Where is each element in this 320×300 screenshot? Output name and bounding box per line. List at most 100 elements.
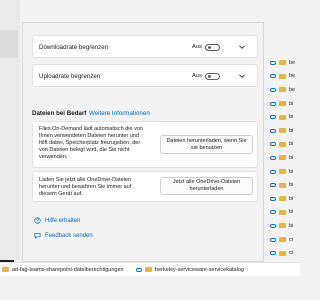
settings-nav-selected-item[interactable] bbox=[0, 30, 18, 58]
background-list-item-name: bi bbox=[289, 100, 294, 107]
cloud-icon bbox=[136, 267, 142, 272]
download-all-card: Laden Sie jetzt alle OneDrive-Dateien he… bbox=[32, 171, 258, 202]
cloud-icon bbox=[270, 142, 276, 147]
background-list-item[interactable]: bi bbox=[262, 110, 300, 124]
files-on-demand-title: Dateien bei Bedarf bbox=[32, 110, 87, 117]
download-all-description: Laden Sie jetzt alle OneDrive-Dateien he… bbox=[39, 177, 132, 197]
cloud-icon bbox=[270, 183, 276, 188]
download-all-button[interactable]: Jetzt alle OneDrive-Dateien herunterlade… bbox=[160, 177, 253, 195]
download-limit-state: Aus bbox=[192, 44, 202, 50]
folder-icon bbox=[279, 141, 286, 147]
background-list-item-name: bi bbox=[289, 222, 294, 229]
cloud-icon bbox=[270, 101, 276, 106]
background-list-item[interactable]: bi bbox=[262, 165, 300, 179]
folder-icon bbox=[279, 114, 286, 120]
background-folder-name: berkeley-serviceware-servicekatalog bbox=[155, 266, 244, 273]
upload-limit-label: Uploadrate begrenzen bbox=[39, 73, 101, 80]
background-list-item[interactable]: bi bbox=[262, 97, 300, 111]
cloud-icon bbox=[270, 115, 276, 120]
chevron-down-icon[interactable] bbox=[238, 72, 246, 80]
cloud-icon bbox=[270, 223, 276, 228]
background-file-row: ad-fag-teams-sharepoint-dateiberechtigun… bbox=[0, 262, 300, 276]
folder-icon bbox=[279, 60, 286, 66]
folder-icon bbox=[279, 237, 286, 243]
toggle-knob bbox=[207, 74, 211, 79]
background-list-item-name: bi bbox=[289, 168, 294, 175]
cloud-icon bbox=[270, 60, 276, 65]
background-list-item-name: ci bbox=[289, 236, 293, 243]
background-list-item[interactable]: bi bbox=[262, 219, 300, 233]
background-file-list: bebebebibibibibibibibibibicicidd bbox=[262, 56, 300, 287]
background-list-item[interactable]: be bbox=[262, 70, 300, 84]
folder-icon bbox=[279, 155, 286, 161]
folder-icon bbox=[279, 209, 286, 215]
background-list-item-name: bi bbox=[289, 209, 294, 216]
help-link[interactable]: Hilfe erhalten bbox=[34, 217, 80, 224]
upload-limit-state: Aus bbox=[192, 73, 202, 79]
cloud-icon bbox=[270, 74, 276, 79]
background-list-item[interactable]: be bbox=[262, 56, 300, 70]
background-list-item[interactable]: bi bbox=[262, 178, 300, 192]
free-space-card: Files On-Demand lädt automatisch die von… bbox=[32, 121, 258, 168]
background-list-item-name: bi bbox=[289, 154, 294, 161]
background-folder-item[interactable]: berkeley-serviceware-servicekatalog bbox=[136, 267, 244, 273]
more-info-link[interactable]: Weitere Informationen bbox=[89, 110, 150, 117]
upload-limit-card[interactable]: Uploadrate begrenzen Aus bbox=[32, 64, 258, 87]
background-list-item-name: ci bbox=[289, 250, 293, 257]
cloud-icon bbox=[270, 128, 276, 133]
background-list-item-name: bi bbox=[289, 195, 294, 202]
cloud-icon bbox=[270, 237, 276, 242]
folder-icon bbox=[2, 267, 9, 272]
background-list-item[interactable]: bi bbox=[262, 138, 300, 152]
settings-nav-pane bbox=[0, 0, 20, 260]
background-list-item[interactable]: be bbox=[262, 83, 300, 97]
download-limit-label: Downloadrate begrenzen bbox=[39, 44, 109, 51]
background-list-item-name: be bbox=[289, 73, 296, 80]
download-limit-card[interactable]: Downloadrate begrenzen Aus bbox=[32, 35, 258, 58]
feedback-icon bbox=[34, 232, 41, 239]
background-list-item[interactable]: bi bbox=[262, 124, 300, 138]
background-list-item-name: bi bbox=[289, 182, 294, 189]
download-on-use-button[interactable]: Dateien herunterladen, wenn Sie sie benu… bbox=[160, 135, 253, 154]
feedback-link-label: Feedback senden bbox=[45, 232, 93, 239]
cloud-icon bbox=[270, 155, 276, 160]
background-list-item[interactable]: bi bbox=[262, 151, 300, 165]
folder-icon bbox=[279, 128, 286, 134]
background-list-item[interactable]: bi bbox=[262, 206, 300, 220]
folder-icon bbox=[279, 169, 286, 175]
folder-icon bbox=[279, 101, 286, 107]
background-folder-item[interactable]: ad-fag-teams-sharepoint-dateiberechtigun… bbox=[2, 267, 124, 273]
cloud-icon bbox=[270, 210, 276, 215]
folder-icon bbox=[279, 250, 286, 256]
feedback-link[interactable]: Feedback senden bbox=[34, 232, 93, 239]
background-empty-area bbox=[0, 276, 300, 300]
cloud-icon bbox=[270, 169, 276, 174]
toggle-knob bbox=[207, 45, 211, 50]
background-list-item-name: bi bbox=[289, 114, 294, 121]
download-limit-toggle[interactable] bbox=[205, 43, 220, 51]
folder-icon bbox=[145, 267, 152, 272]
folder-icon bbox=[279, 73, 286, 79]
background-list-item-name: bi bbox=[289, 141, 294, 148]
free-space-description: Files On-Demand lädt automatisch die von… bbox=[39, 126, 143, 160]
background-list-item-name: be bbox=[289, 59, 296, 66]
background-list-item[interactable]: ci bbox=[262, 246, 300, 260]
cloud-icon bbox=[270, 251, 276, 256]
background-list-item[interactable]: bi bbox=[262, 192, 300, 206]
cloud-icon bbox=[270, 196, 276, 201]
folder-icon bbox=[279, 182, 286, 188]
help-link-label: Hilfe erhalten bbox=[45, 217, 81, 224]
screen: bebebebibibibibibibibibibicicidd ad-fag-… bbox=[0, 0, 300, 300]
help-icon bbox=[34, 217, 41, 224]
background-folder-name: ad-fag-teams-sharepoint-dateiberechtigun… bbox=[12, 266, 124, 273]
folder-icon bbox=[279, 87, 286, 93]
background-list-item-name: be bbox=[289, 86, 296, 93]
background-list-item-name: bi bbox=[289, 127, 294, 134]
folder-icon bbox=[279, 223, 286, 229]
chevron-down-icon[interactable] bbox=[238, 43, 246, 51]
upload-limit-toggle[interactable] bbox=[205, 72, 220, 80]
folder-icon bbox=[279, 196, 286, 202]
cloud-icon bbox=[270, 87, 276, 92]
onedrive-settings-dialog: Downloadrate begrenzen Aus Uploadrate be… bbox=[22, 22, 264, 262]
background-list-item[interactable]: ci bbox=[262, 233, 300, 247]
